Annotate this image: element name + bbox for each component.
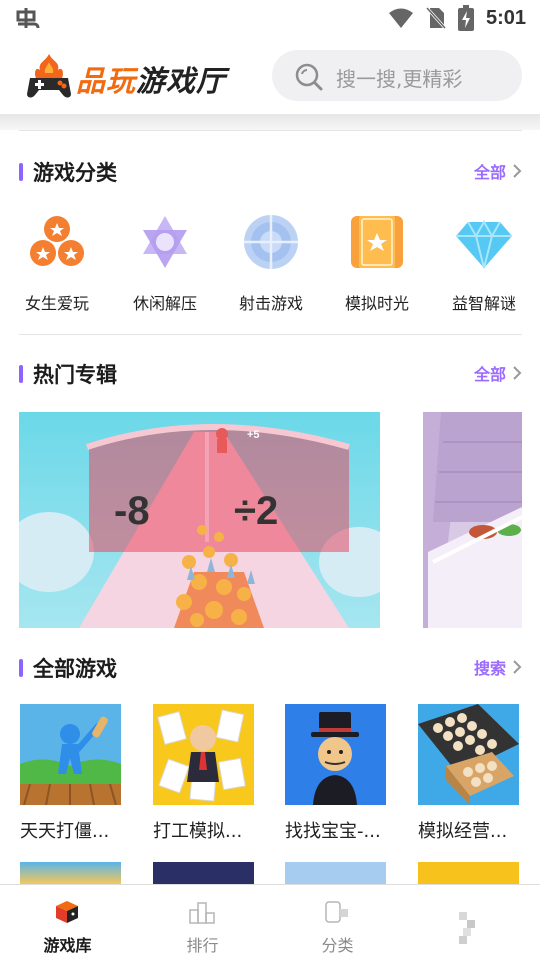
three-stars-circles-icon [30, 216, 84, 266]
game-thumbnail[interactable] [418, 862, 519, 884]
app-logo[interactable]: 品玩游戏厅 [26, 52, 241, 100]
divider [19, 334, 522, 335]
chevron-right-icon [513, 660, 522, 674]
album-banner[interactable]: -8 ÷2 +5 [19, 412, 380, 628]
banner-image [423, 412, 522, 628]
game-card[interactable]: 模拟经营... [418, 704, 519, 843]
category-more-link[interactable]: 全部 [474, 159, 522, 183]
more-label: 搜索 [473, 659, 506, 678]
game-name: 打工模拟... [153, 821, 243, 842]
category-label: 益智解谜 [451, 294, 516, 313]
banner-image: -8 ÷2 +5 [19, 412, 380, 628]
game-card[interactable]: 打工模拟... [153, 704, 254, 843]
nav-label: 排行 [186, 936, 219, 955]
search-icon [295, 63, 323, 91]
hot-section-header: 热门专辑 全部 [19, 359, 522, 389]
gate-right-label: ÷2 [234, 489, 278, 533]
category-item[interactable]: 益智解谜 [432, 206, 532, 316]
game-thumbnail [285, 704, 386, 805]
status-bar: 5:01 [0, 0, 540, 38]
no-sim-icon [425, 6, 446, 30]
more-label: 全部 [473, 365, 506, 384]
section-title: 游戏分类 [33, 161, 117, 185]
bottom-navigation: 游戏库 排行 分类 [0, 884, 540, 960]
divider [19, 130, 522, 131]
app-header: 品玩游戏厅 搜一搜,更精彩 [0, 38, 540, 114]
nav-item-profile[interactable] [405, 885, 540, 960]
gate-left-label: -8 [114, 489, 150, 533]
nav-item-category[interactable]: 分类 [270, 885, 405, 960]
search-placeholder: 搜一搜,更精彩 [336, 67, 463, 91]
logo-text: 品玩游戏厅 [76, 58, 226, 100]
category-list: 女生爱玩 休闲解压 射击游戏 模拟时光 益智解谜 [0, 206, 540, 316]
section-accent-bar [19, 163, 23, 181]
section-title: 热门专辑 [33, 363, 117, 387]
game-thumbnail[interactable] [153, 862, 254, 884]
category-label: 射击游戏 [238, 294, 303, 313]
more-label: 全部 [473, 163, 506, 182]
status-icons: 5:01 [388, 5, 526, 31]
category-label: 女生爱玩 [24, 294, 89, 313]
category-icon [325, 901, 348, 923]
hot-more-link[interactable]: 全部 [474, 361, 522, 385]
album-banner[interactable] [423, 412, 522, 628]
section-title: 全部游戏 [33, 657, 117, 681]
game-card[interactable]: 天天打僵... [20, 704, 121, 843]
game-name: 找找宝宝-... [285, 821, 381, 842]
section-accent-bar [19, 659, 23, 677]
games-section-header: 全部游戏 搜索 [19, 653, 522, 683]
category-item[interactable]: 女生爱玩 [5, 206, 105, 316]
game-thumbnail[interactable] [20, 862, 121, 884]
header-shadow [0, 114, 540, 130]
game-card[interactable]: 找找宝宝-... [285, 704, 386, 843]
podium-icon [189, 902, 215, 924]
game-thumbnail[interactable] [285, 862, 386, 884]
game-cube-icon [56, 901, 78, 923]
logo-text-part-2: 游戏厅 [136, 64, 227, 98]
category-item[interactable]: 模拟时光 [325, 206, 425, 316]
game-thumbnail [153, 704, 254, 805]
category-item[interactable]: 休闲解压 [113, 206, 213, 316]
battery-charging-icon [457, 5, 474, 31]
search-bar[interactable]: 搜一搜,更精彩 [272, 50, 522, 101]
profile-icon [459, 912, 475, 944]
crosshair-icon [244, 215, 298, 269]
chevron-right-icon [513, 366, 522, 380]
category-label: 休闲解压 [132, 294, 197, 313]
games-search-link[interactable]: 搜索 [474, 655, 522, 679]
category-label: 模拟时光 [344, 294, 409, 313]
diamond-icon [456, 219, 512, 269]
game-thumbnail [20, 704, 121, 805]
nav-item-ranking[interactable]: 排行 [135, 885, 270, 960]
game-thumbnail [418, 704, 519, 805]
game-grid-row-partial [0, 862, 540, 884]
game-name: 天天打僵... [20, 821, 110, 842]
nav-item-game-library[interactable]: 游戏库 [0, 885, 135, 960]
carrier-logo-icon [14, 6, 42, 38]
nav-label: 游戏库 [43, 936, 92, 955]
gate-marker-label: +5 [247, 429, 260, 441]
game-name: 模拟经营... [418, 821, 508, 842]
nav-label: 分类 [321, 936, 354, 955]
section-accent-bar [19, 365, 23, 383]
gamepad-fire-icon [27, 54, 71, 98]
chevron-right-icon [513, 164, 522, 178]
logo-text-part-1: 品玩 [76, 64, 137, 98]
category-section-header: 游戏分类 全部 [19, 157, 522, 187]
status-time: 5:01 [485, 6, 526, 29]
wifi-icon [388, 8, 413, 28]
star-card-icon [351, 216, 403, 268]
category-item[interactable]: 射击游戏 [219, 206, 319, 316]
hexagram-icon [143, 216, 187, 268]
